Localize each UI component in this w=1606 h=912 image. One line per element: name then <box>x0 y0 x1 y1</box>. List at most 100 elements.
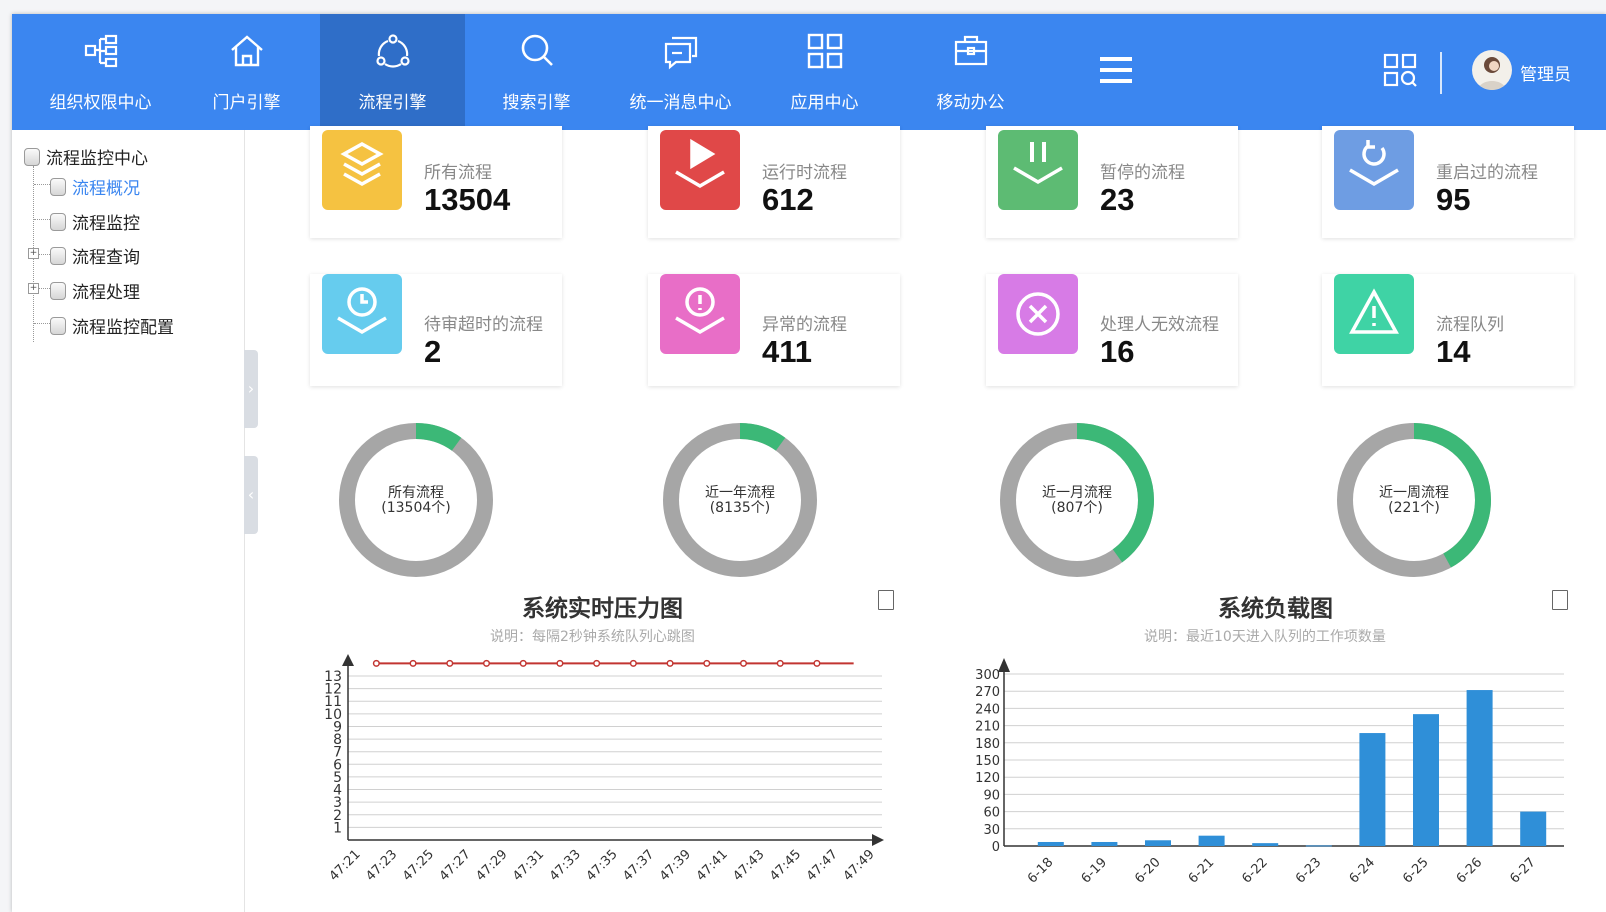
y-tick-label: 13 <box>324 669 342 685</box>
card-title: 所有流程 <box>424 163 492 183</box>
data-point <box>446 659 454 667</box>
stat-card-running[interactable]: 运行时流程 612 <box>648 126 900 238</box>
nav-label: 应用中心 <box>790 93 859 113</box>
workflow-icon <box>375 34 410 68</box>
nav-label: 组织权限中心 <box>49 93 152 113</box>
avatar[interactable] <box>1472 50 1512 90</box>
org-tree-icon <box>84 34 117 68</box>
collapse-panel-handle[interactable]: ‹ <box>244 456 258 534</box>
app-frame: 组织权限中心 门户引擎 流程引擎 搜索引擎 统一消息中心 应用中心 移动办公 管… <box>12 14 1606 912</box>
stat-card-paused[interactable]: 暂停的流程 23 <box>986 126 1238 238</box>
tree-root[interactable]: 流程监控中心 <box>24 144 148 169</box>
x-tick-label: 47:43 <box>730 847 767 884</box>
x-tick-label: 47:47 <box>804 847 841 884</box>
donut-month: 近一月流程 (807个) <box>997 420 1157 580</box>
card-icon-bg <box>660 130 740 210</box>
x-tick-label: 47:23 <box>363 847 400 884</box>
expand-panel-handle[interactable]: › <box>244 350 258 428</box>
card-value: 13504 <box>424 182 511 217</box>
tree-item-monitor[interactable]: 流程监控 <box>50 209 140 234</box>
bar <box>1305 845 1332 847</box>
expand-icon[interactable]: + <box>28 248 39 259</box>
save-as-image-icon[interactable] <box>878 590 894 610</box>
donut-all: 所有流程 (13504个) <box>336 420 496 580</box>
card-value: 16 <box>1100 334 1135 369</box>
bar <box>1091 841 1118 846</box>
save-as-image-icon[interactable] <box>1552 590 1568 610</box>
x-tick-label: 47:41 <box>694 847 731 884</box>
donut-title: 近一周流程 <box>1379 485 1449 501</box>
nav-item-org[interactable]: 组织权限中心 <box>28 14 173 130</box>
stat-card-exception[interactable]: 异常的流程 411 <box>648 274 900 386</box>
x-tick-label: 47:25 <box>400 847 437 884</box>
nav-item-message[interactable]: 统一消息中心 <box>608 14 753 130</box>
x-tick-label: 6-22 <box>1239 855 1270 886</box>
briefcase-icon <box>954 35 987 66</box>
data-point <box>666 659 674 667</box>
clock-icon <box>337 287 387 335</box>
card-icon-bg <box>322 274 402 354</box>
card-icon-bg <box>998 130 1078 210</box>
pressure-line-chart: 1234567891011121347:21 47:23 47:25 47:27 47:… <box>324 654 884 884</box>
card-title: 异常的流程 <box>762 315 847 335</box>
nav-label: 流程引擎 <box>358 93 427 113</box>
menu-icon[interactable] <box>1098 52 1134 88</box>
tree-connector <box>34 219 50 220</box>
nav-item-portal[interactable]: 门户引擎 <box>174 14 319 130</box>
page-icon <box>50 178 66 196</box>
data-point <box>629 659 637 667</box>
stat-card-timeout[interactable]: 待审超时的流程 2 <box>310 274 562 386</box>
folder-icon <box>24 148 40 166</box>
warning-icon <box>1349 288 1399 334</box>
tree-item-query[interactable]: 流程查询 <box>50 243 140 268</box>
nav-item-workflow[interactable]: 流程引擎 <box>320 14 465 130</box>
x-tick-label: 6-23 <box>1293 855 1324 886</box>
bar <box>1037 841 1064 846</box>
card-value: 411 <box>762 334 813 369</box>
donut-label: 所有流程 (13504个) <box>336 486 496 516</box>
y-tick-label: 210 <box>975 720 1000 735</box>
y-tick-label: 120 <box>975 771 1000 786</box>
apps-grid-icon <box>807 33 842 69</box>
x-tick-label: 6-24 <box>1347 855 1378 886</box>
x-tick-label: 47:49 <box>841 847 878 884</box>
stat-card-restarted[interactable]: 重启过的流程 95 <box>1322 126 1574 238</box>
tree-item-config[interactable]: 流程监控配置 <box>50 313 174 338</box>
x-tick-label: 6-26 <box>1454 855 1485 886</box>
nav-item-apps[interactable]: 应用中心 <box>752 14 897 130</box>
stat-card-queue[interactable]: 流程队列 14 <box>1322 274 1574 386</box>
tree-item-overview[interactable]: 流程概况 <box>50 174 140 199</box>
y-tick-label: 90 <box>983 788 1000 803</box>
x-tick-label: 47:29 <box>473 847 510 884</box>
tree-connector <box>34 323 50 324</box>
bar <box>1252 843 1279 846</box>
donut-count: (807个) <box>1051 500 1103 516</box>
stat-card-all[interactable]: 所有流程 13504 <box>310 126 562 238</box>
card-title: 待审超时的流程 <box>424 315 543 335</box>
tree-item-label: 流程监控 <box>72 214 140 234</box>
y-tick-label: 30 <box>983 823 1000 838</box>
y-tick-label: 240 <box>975 702 1000 717</box>
tree-item-label: 流程查询 <box>72 248 140 268</box>
nav-item-search[interactable]: 搜索引擎 <box>464 14 609 130</box>
tree-item-label: 流程监控配置 <box>72 318 174 338</box>
donut-week: 近一周流程 (221个) <box>1334 420 1494 580</box>
apps-switch-icon[interactable] <box>1382 52 1418 88</box>
bar <box>1359 733 1386 846</box>
y-tick-label: 270 <box>975 685 1000 700</box>
nav-divider <box>1440 52 1442 94</box>
tree-item-label: 流程概况 <box>72 179 140 199</box>
bar <box>1413 714 1439 846</box>
user-name[interactable]: 管理员 <box>1520 60 1571 85</box>
data-point <box>372 659 380 667</box>
layers-icon <box>340 141 384 187</box>
expand-icon[interactable]: + <box>28 283 39 294</box>
message-icon <box>664 36 697 70</box>
card-value: 2 <box>424 334 442 369</box>
card-title: 运行时流程 <box>762 163 847 183</box>
nav-label: 搜索引擎 <box>502 93 571 113</box>
nav-item-mobile[interactable]: 移动办公 <box>898 14 1043 130</box>
tree-item-handle[interactable]: 流程处理 <box>50 278 140 303</box>
stat-card-invalid-handler[interactable]: 处理人无效流程 16 <box>986 274 1238 386</box>
load-chart-subtitle: 说明：最近10天进入队列的工作项数量 <box>1144 629 1386 645</box>
